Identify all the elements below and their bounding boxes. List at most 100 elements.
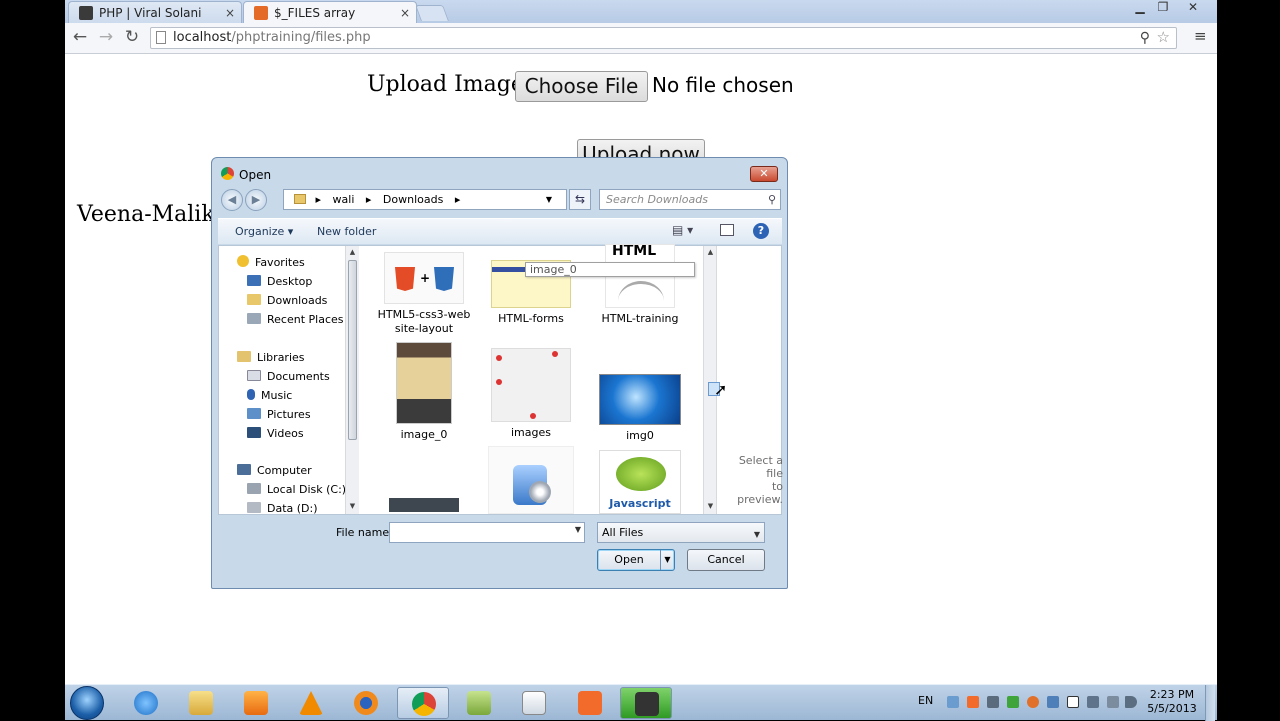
- open-split-chevron-icon[interactable]: ▼: [660, 550, 674, 570]
- scroll-down-icon[interactable]: ▼: [704, 502, 717, 510]
- choose-file-button[interactable]: Choose File: [515, 71, 648, 102]
- file-partial-1[interactable]: [374, 498, 474, 512]
- nav-videos[interactable]: Videos: [247, 425, 304, 443]
- organize-button[interactable]: Organize ▾: [235, 225, 293, 238]
- file-img0[interactable]: img0: [590, 374, 690, 443]
- search-input[interactable]: Search Downloads ⚲: [599, 189, 781, 210]
- scroll-thumb[interactable]: [348, 260, 357, 440]
- menu-icon[interactable]: ≡: [1194, 27, 1207, 45]
- file-html5-css3-layout[interactable]: + HTML5-css3-web site-layout: [374, 252, 474, 336]
- display-icon[interactable]: [1107, 696, 1119, 708]
- taskbar-editor[interactable]: [508, 687, 560, 719]
- clock[interactable]: 2:23 PM 5/5/2013: [1142, 688, 1202, 716]
- forward-arrow-icon[interactable]: →: [95, 27, 117, 47]
- file-type-select[interactable]: All Files ▼: [597, 522, 765, 543]
- taskbar-chrome[interactable]: [397, 687, 449, 719]
- breadcrumb-wali[interactable]: wali: [333, 193, 355, 206]
- nav-documents[interactable]: Documents: [247, 368, 330, 386]
- nav-desktop[interactable]: Desktop: [247, 273, 312, 291]
- taskbar-firefox[interactable]: [340, 687, 392, 719]
- nav-computer[interactable]: Computer: [237, 462, 312, 480]
- folder-icon: [189, 691, 213, 715]
- network-icon[interactable]: [947, 696, 959, 708]
- firefox-icon: [354, 691, 378, 715]
- file-images-folder[interactable]: images: [481, 348, 581, 440]
- new-folder-button[interactable]: New folder: [317, 225, 376, 238]
- close-tab-icon[interactable]: ×: [400, 2, 410, 24]
- scroll-down-icon[interactable]: ▼: [346, 502, 359, 510]
- security-icon[interactable]: [1007, 696, 1019, 708]
- file-image-0[interactable]: image_0: [374, 342, 474, 442]
- xampp-tray-icon[interactable]: [967, 696, 979, 708]
- cancel-button[interactable]: Cancel: [687, 549, 765, 571]
- start-button[interactable]: [70, 686, 104, 720]
- bookmark-star-icon[interactable]: ☆: [1157, 27, 1170, 47]
- nav-data-disk[interactable]: Data (D:): [247, 500, 318, 518]
- nav-recent-places[interactable]: Recent Places: [247, 311, 344, 329]
- taskbar-xampp[interactable]: [564, 687, 616, 719]
- help-icon[interactable]: ?: [753, 223, 769, 239]
- taskbar-camtasia[interactable]: [620, 687, 672, 719]
- tray-app-icon[interactable]: [1047, 696, 1059, 708]
- flag-icon[interactable]: [1067, 696, 1079, 708]
- dialog-forward-icon[interactable]: ▶: [245, 189, 267, 211]
- dialog-address-row: ◀ ▶ ▸ wali ▸ Downloads ▸ ▼ ⇆ Search Down…: [219, 188, 781, 212]
- taskbar-vlc[interactable]: [285, 687, 337, 719]
- dialog-close-button[interactable]: ✕: [750, 166, 778, 182]
- nav-pane-scrollbar[interactable]: ▲ ▼: [345, 246, 359, 514]
- browser-toolbar: ← → ↻ localhost/phptraining/files.php ⚲ …: [65, 23, 1217, 54]
- zoom-icon[interactable]: ⚲: [1140, 28, 1150, 48]
- update-icon[interactable]: [1027, 696, 1039, 708]
- nav-libraries[interactable]: Libraries: [237, 349, 305, 367]
- scroll-up-icon[interactable]: ▲: [704, 248, 717, 256]
- clock-time: 2:23 PM: [1149, 688, 1195, 701]
- file-chosen-status: No file chosen: [652, 73, 794, 97]
- back-arrow-icon[interactable]: ←: [69, 27, 91, 47]
- refresh-icon[interactable]: ⇆: [569, 189, 591, 210]
- nav-label: Local Disk (C:): [267, 483, 347, 496]
- address-bar[interactable]: localhost/phptraining/files.php ⚲ ☆: [150, 27, 1177, 49]
- nav-music[interactable]: Music: [247, 387, 292, 405]
- open-button[interactable]: Open ▼: [597, 549, 675, 571]
- file-javascript[interactable]: Javascript: [590, 450, 690, 514]
- taskbar-notepad-plus[interactable]: [453, 687, 505, 719]
- reload-icon[interactable]: ↻: [121, 27, 143, 47]
- dialog-back-icon[interactable]: ◀: [221, 189, 243, 211]
- volume-icon[interactable]: [1125, 696, 1137, 708]
- preview-pane-icon[interactable]: [720, 224, 734, 236]
- close-tab-icon[interactable]: ×: [225, 2, 235, 24]
- nav-local-disk[interactable]: Local Disk (C:): [247, 481, 346, 499]
- view-options-icon[interactable]: ▤ ▾: [672, 223, 693, 237]
- tray-app-icon[interactable]: [987, 696, 999, 708]
- close-window-icon[interactable]: ✕: [1182, 0, 1204, 14]
- file-installer[interactable]: [481, 446, 581, 514]
- nav-downloads[interactable]: Downloads: [247, 292, 327, 310]
- breadcrumb[interactable]: ▸ wali ▸ Downloads ▸ ▼: [283, 189, 567, 210]
- nav-pictures[interactable]: Pictures: [247, 406, 311, 424]
- tab-php-viral-solani[interactable]: PHP | Viral Solani ×: [68, 1, 242, 23]
- disk-icon: [247, 502, 261, 513]
- language-indicator[interactable]: EN: [918, 694, 933, 707]
- show-desktop-button[interactable]: [1205, 685, 1215, 721]
- restore-icon[interactable]: ❐: [1152, 0, 1174, 14]
- taskbar-ie[interactable]: [120, 687, 172, 719]
- nav-label: Data (D:): [267, 502, 318, 515]
- taskbar-explorer[interactable]: [175, 687, 227, 719]
- file-html-training[interactable]: HTML HTML-training: [590, 244, 690, 326]
- scroll-up-icon[interactable]: ▲: [346, 248, 359, 256]
- breadcrumb-downloads[interactable]: Downloads: [383, 193, 443, 206]
- file-name-input[interactable]: ▼: [389, 522, 585, 543]
- file-name: img0: [626, 429, 654, 442]
- tab-files-array[interactable]: $_FILES array ×: [243, 1, 417, 23]
- breadcrumb-dropdown-icon[interactable]: ▼: [546, 190, 552, 209]
- chevron-down-icon[interactable]: ▼: [575, 525, 581, 534]
- tray-app-icon[interactable]: [1087, 696, 1099, 708]
- minimize-icon[interactable]: ▁: [1129, 0, 1151, 14]
- music-icon: [247, 389, 255, 400]
- system-tray: EN 2:23 PM 5/5/2013: [915, 685, 1215, 721]
- javascript-label: Javascript: [609, 497, 671, 510]
- new-tab-button[interactable]: [415, 5, 449, 21]
- open-label: Open: [614, 553, 644, 566]
- nav-favorites[interactable]: Favorites: [237, 254, 305, 272]
- taskbar-media-player[interactable]: [230, 687, 282, 719]
